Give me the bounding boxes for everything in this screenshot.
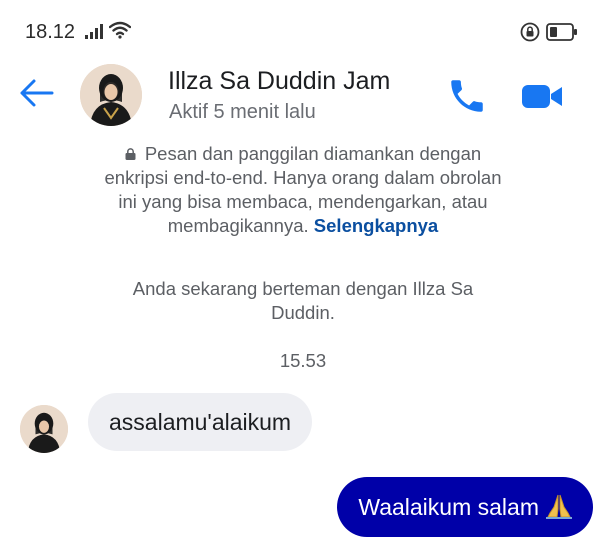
- outgoing-message-bubble[interactable]: Waalaikum salam: [337, 477, 593, 537]
- contact-name[interactable]: Illza Sa Duddin Jam: [168, 67, 390, 96]
- incoming-message-text: assalamu'alaikum: [109, 409, 292, 435]
- conversation-header: Illza Sa Duddin Jam Aktif 5 menit lalu: [0, 60, 606, 132]
- friend-notice: Anda sekarang berteman dengan Illza Sa D…: [132, 278, 474, 323]
- learn-more-link[interactable]: Selengkapnya: [314, 215, 438, 236]
- lock-rotation-icon: [520, 22, 540, 42]
- incoming-message-bubble[interactable]: assalamu'alaikum: [88, 393, 313, 451]
- sender-avatar[interactable]: [20, 405, 68, 453]
- encryption-notice-text: Pesan dan panggilan diamankan dengan enk…: [104, 143, 502, 236]
- message-timestamp: 15.53: [279, 350, 327, 371]
- status-bar: 18.12: [0, 0, 606, 64]
- battery-icon: [546, 23, 577, 41]
- status-time: 18.12: [25, 21, 76, 43]
- phone-icon[interactable]: [446, 75, 488, 117]
- encryption-notice: Pesan dan panggilan diamankan dengan enk…: [100, 142, 506, 238]
- signal-icon: [85, 24, 103, 39]
- lock-icon: [125, 148, 136, 160]
- active-status: Aktif 5 menit lalu: [169, 101, 316, 123]
- contact-avatar[interactable]: [80, 64, 142, 126]
- wifi-icon: [109, 21, 131, 39]
- outgoing-message-text: Waalaikum salam: [358, 494, 539, 520]
- folded-hands-icon: [546, 494, 572, 519]
- back-arrow-icon[interactable]: [18, 78, 54, 108]
- video-camera-icon[interactable]: [520, 80, 564, 112]
- avatar-image: [80, 64, 142, 126]
- sender-avatar-image: [20, 405, 68, 453]
